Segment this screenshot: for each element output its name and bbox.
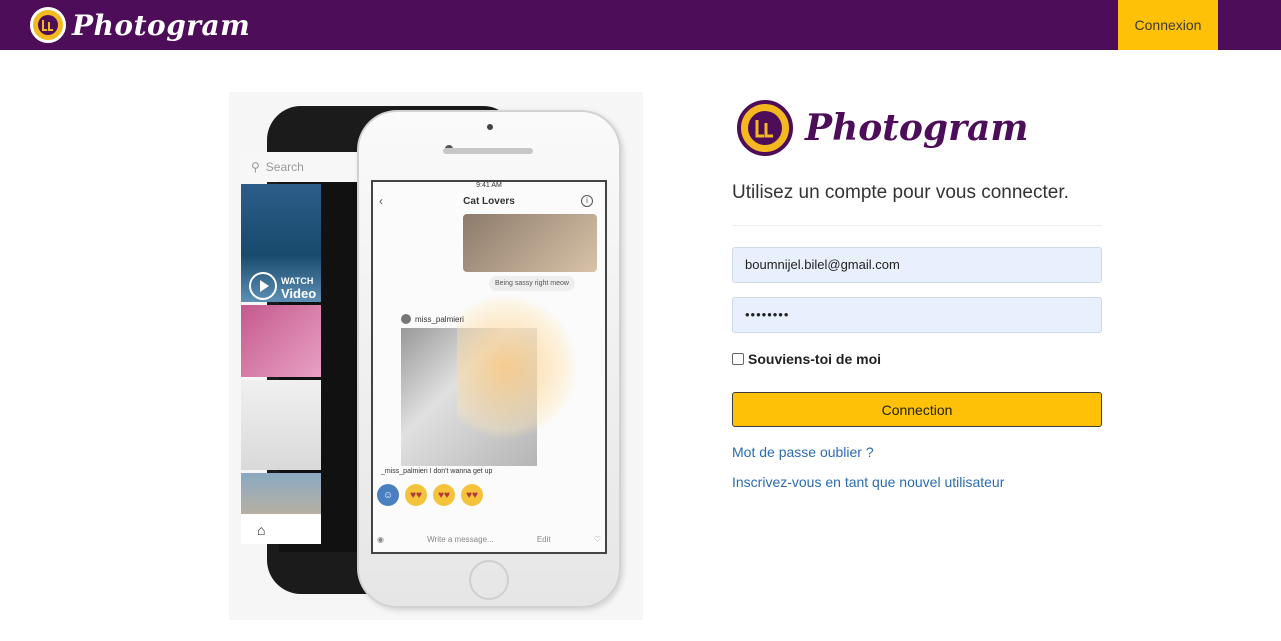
feed-tile: [241, 305, 321, 377]
navbar-login-button[interactable]: Connexion: [1118, 0, 1218, 50]
heart-eyes-emoji-icon: ♥♥: [461, 484, 483, 506]
brand-name: Photogram: [72, 8, 251, 42]
home-icon: ⌂: [257, 522, 266, 538]
decorative-blob: [457, 292, 577, 442]
phones-illustration: ⚲ Search WATCH Video ⌂ 9:41 AM ‹ Cat Love…: [229, 92, 643, 620]
post-caption: _miss_palmieri I don't wanna get up: [381, 468, 493, 475]
search-icon: ⚲ Search: [241, 152, 371, 182]
feed-tile: [241, 380, 321, 470]
divider: [732, 225, 1102, 226]
connection-button[interactable]: Connection: [732, 392, 1102, 427]
play-icon: [249, 272, 277, 300]
back-phone-navbar: [241, 514, 321, 544]
remember-me[interactable]: Souviens-toi de moi: [732, 351, 881, 367]
info-icon: i: [581, 195, 593, 207]
login-subtitle: Utilisez un compte pour vous connecter.: [732, 182, 1069, 203]
front-phone: 9:41 AM ‹ Cat Lovers i Being sassy right…: [357, 110, 621, 608]
message-input-bar: ◉ Write a message... Edit ♡: [377, 534, 601, 544]
register-link[interactable]: Inscrivez-vous en tant que nouvel utilis…: [732, 474, 1004, 490]
home-button: [469, 560, 509, 600]
login-brand-name: Photogram: [805, 107, 1029, 149]
email-field[interactable]: boumnijel.bilel@gmail.com: [732, 247, 1102, 283]
heart-icon: ♡: [593, 534, 601, 544]
remember-me-checkbox[interactable]: [732, 353, 744, 365]
watch-label: WATCH Video: [281, 276, 317, 301]
speaker-grille: [443, 148, 533, 154]
heart-eyes-emoji-icon: ♥♥: [433, 484, 455, 506]
top-navbar: Photogram Connexion: [0, 0, 1281, 50]
remember-me-label[interactable]: Souviens-toi de moi: [748, 351, 881, 367]
navbar-brand[interactable]: Photogram: [30, 5, 250, 45]
message-bubble: Being sassy right meow: [489, 276, 575, 291]
password-field[interactable]: ••••••••: [732, 297, 1102, 333]
message-photo: [463, 214, 597, 272]
emoji-row: ☺ ♥♥ ♥♥ ♥♥: [377, 484, 483, 506]
avatar: ☺: [377, 484, 399, 506]
chat-title: Cat Lovers: [463, 196, 515, 207]
status-time: 9:41 AM: [476, 182, 502, 189]
heart-eyes-emoji-icon: ♥♥: [405, 484, 427, 506]
forgot-password-link[interactable]: Mot de passe oublier ?: [732, 444, 874, 460]
avatar: [401, 314, 411, 324]
post-user: miss_palmieri: [401, 314, 464, 324]
brand-logo-icon: [737, 100, 793, 156]
login-logo: Photogram: [737, 100, 1028, 156]
brand-logo-icon: [30, 7, 66, 43]
camera-icon: [487, 124, 493, 130]
camera-icon: ◉: [377, 534, 384, 544]
